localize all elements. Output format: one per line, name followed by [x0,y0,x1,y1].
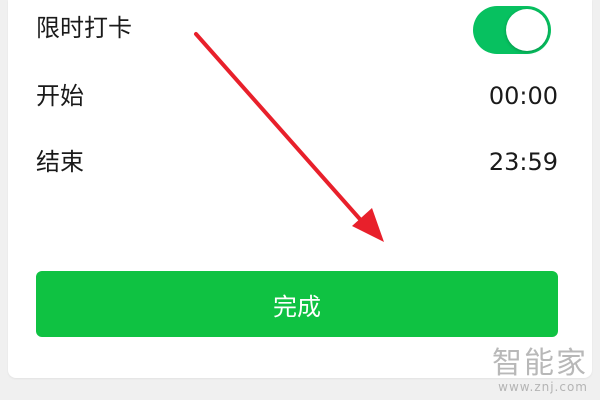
done-button[interactable]: 完成 [36,271,558,337]
end-time-value[interactable]: 23:59 [489,146,558,178]
watermark-url-text: www.znj.com [498,380,588,394]
end-label: 结束 [36,148,84,176]
time-limit-toggle[interactable] [473,6,551,54]
start-time-value[interactable]: 00:00 [489,80,558,112]
start-label: 开始 [36,82,84,110]
toggle-knob [506,9,548,51]
time-limit-label: 限时打卡 [36,14,132,42]
watermark-logo: 智能家 www.znj.com [492,346,588,395]
settings-card: 限时打卡 开始 00:00 结束 23:59 完成 [8,0,592,378]
watermark-main-text: 智能家 [492,346,588,381]
screen: 限时打卡 开始 00:00 结束 23:59 完成 智能家 www.znj.co… [0,0,600,400]
